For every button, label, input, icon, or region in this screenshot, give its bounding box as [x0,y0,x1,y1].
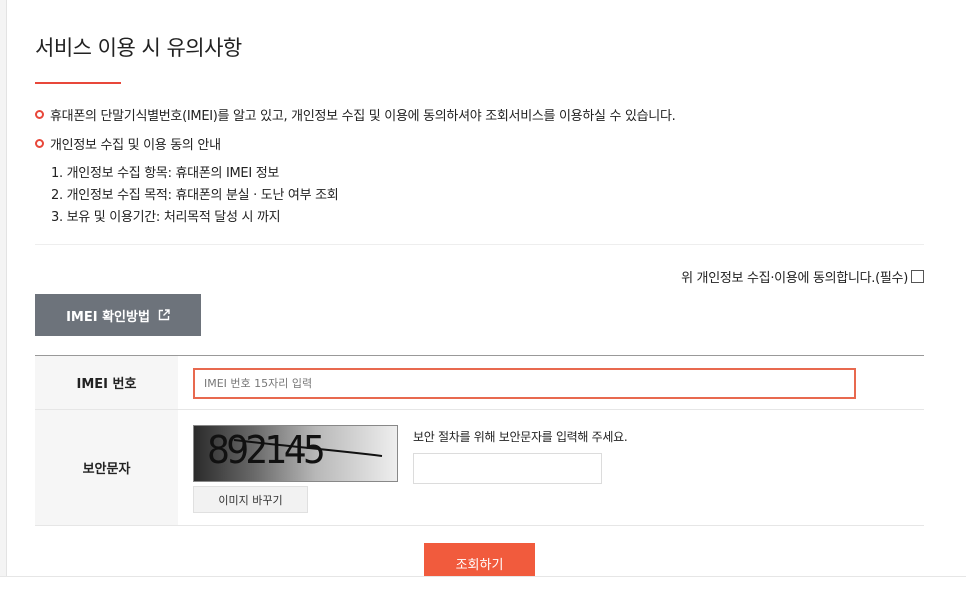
bullet-icon [35,139,44,148]
list-item: 3. 보유 및 이용기간: 처리목적 달성 시 까지 [51,210,281,225]
title-underline [35,82,121,84]
imei-form-table: IMEI 번호 보안문자 892145 이미지 바꾸기 보안 절차를 위해 보안… [35,355,924,526]
imei-guide-label: IMEI 확인방법 [66,309,150,325]
page-title: 서비스 이용 시 유의사항 [35,36,242,60]
list-item: 2. 개인정보 수집 목적: 휴대폰의 분실 · 도난 여부 조회 [51,188,339,203]
bullet-icon [35,110,44,119]
notice-text: 개인정보 수집 및 이용 동의 안내 [50,138,221,153]
imei-input[interactable] [193,368,856,399]
imei-guide-button[interactable]: IMEI 확인방법 [35,294,201,336]
imei-label: IMEI 번호 [35,356,178,409]
imei-row: IMEI 번호 [35,356,924,410]
captcha-image: 892145 [193,425,398,482]
consent-agreement[interactable]: 위 개인정보 수집·이용에 동의합니다.(필수) [681,267,924,286]
notice-item: 개인정보 수집 및 이용 동의 안내 [35,134,221,153]
captcha-refresh-button[interactable]: 이미지 바꾸기 [193,486,308,513]
left-panel-edge [0,0,7,604]
list-item: 1. 개인정보 수집 항목: 휴대폰의 IMEI 정보 [51,166,280,181]
consent-label: 위 개인정보 수집·이용에 동의합니다.(필수) [681,271,908,286]
captcha-hint: 보안 절차를 위해 보안문자를 입력해 주세요. [413,430,628,444]
captcha-cell: 892145 이미지 바꾸기 보안 절차를 위해 보안문자를 입력해 주세요. [178,410,924,525]
captcha-input[interactable] [413,453,602,484]
divider [35,244,924,245]
notice-text: 휴대폰의 단말기식별번호(IMEI)를 알고 있고, 개인정보 수집 및 이용에… [50,109,676,124]
external-link-icon [158,309,170,321]
notice-item: 휴대폰의 단말기식별번호(IMEI)를 알고 있고, 개인정보 수집 및 이용에… [35,105,676,124]
privacy-info-list: 1. 개인정보 수집 항목: 휴대폰의 IMEI 정보 2. 개인정보 수집 목… [51,163,339,229]
consent-checkbox[interactable] [911,270,924,283]
captcha-label: 보안문자 [35,410,178,525]
imei-cell [178,356,924,409]
captcha-row: 보안문자 892145 이미지 바꾸기 보안 절차를 위해 보안문자를 입력해 … [35,410,924,526]
captcha-noise-line [233,439,383,457]
bottom-area [0,577,966,604]
